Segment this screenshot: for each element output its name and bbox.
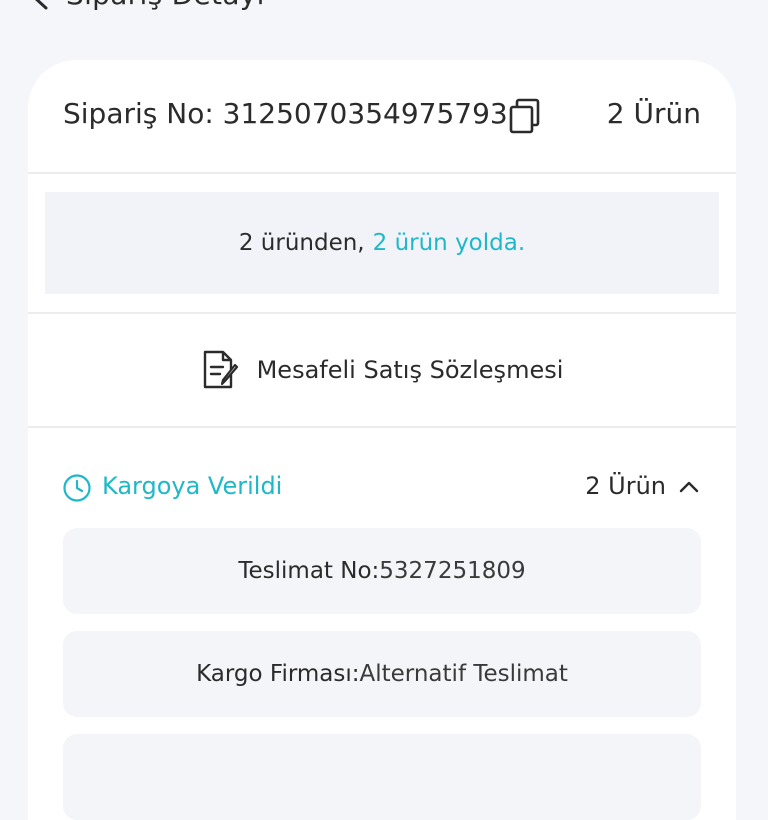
shipment-status: Kargoya Verildi xyxy=(102,472,283,500)
document-edit-icon xyxy=(203,350,238,389)
order-detail-card: Sipariş No: 3125070354975793 2 Ürün 2 ür… xyxy=(28,60,736,820)
order-number: Sipariş No: 3125070354975793 xyxy=(63,97,508,130)
top-bar: Sipariş Detayı xyxy=(0,0,768,24)
carrier-label: Kargo Firması: xyxy=(196,661,360,687)
chevron-up-icon[interactable] xyxy=(678,476,700,498)
shipment-item-count: 2 Ürün xyxy=(585,472,666,500)
shipment-header[interactable]: Kargoya Verildi 2 Ürün xyxy=(28,460,736,516)
back-arrow-icon[interactable] xyxy=(26,0,56,12)
delivery-number-value: 5327251809 xyxy=(379,558,526,584)
distance-sales-contract-link[interactable]: Mesafeli Satış Sözleşmesi xyxy=(28,314,736,428)
copy-icon[interactable] xyxy=(508,98,542,134)
status-highlight: 2 ürün yolda. xyxy=(372,230,526,256)
clock-icon xyxy=(63,474,91,502)
tracking-box[interactable] xyxy=(63,734,701,820)
status-prefix: 2 üründen, xyxy=(238,230,365,256)
delivery-number-box: Teslimat No: 5327251809 xyxy=(63,528,701,614)
delivery-number-label: Teslimat No: xyxy=(238,558,380,584)
order-item-count: 2 Ürün xyxy=(606,97,701,130)
order-number-row: Sipariş No: 3125070354975793 2 Ürün xyxy=(28,60,736,174)
carrier-value: Alternatif Teslimat xyxy=(359,661,568,687)
page-title: Sipariş Detayı xyxy=(66,0,265,11)
order-status-summary: 2 üründen, 2 ürün yolda. xyxy=(45,192,719,294)
carrier-box: Kargo Firması: Alternatif Teslimat xyxy=(63,631,701,717)
contract-label: Mesafeli Satış Sözleşmesi xyxy=(256,356,564,384)
